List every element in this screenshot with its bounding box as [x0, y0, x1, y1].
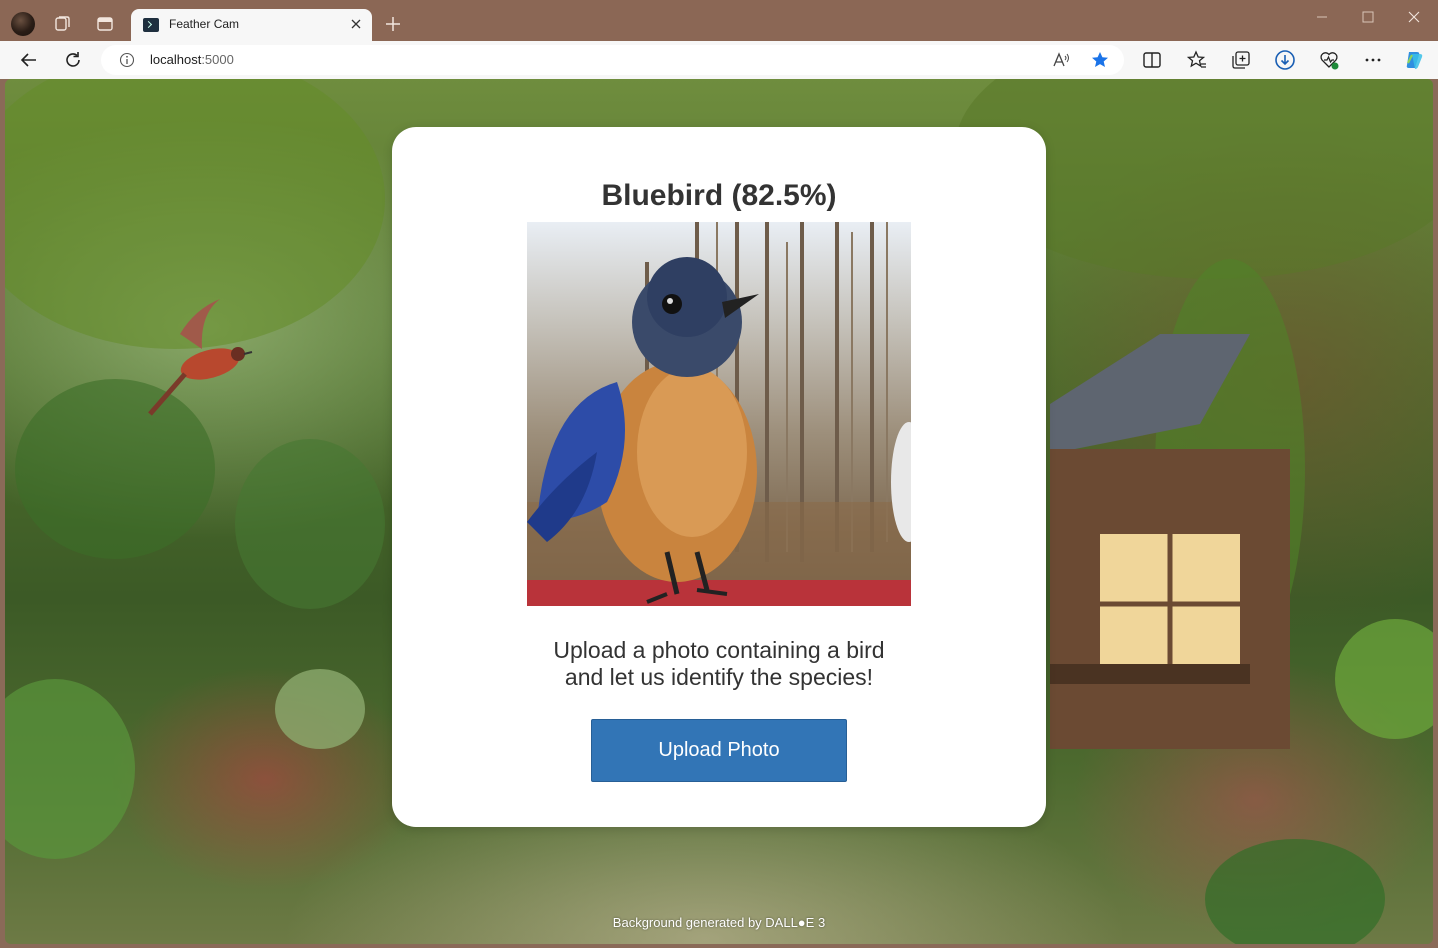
terminal-favicon-icon [143, 18, 159, 32]
close-icon[interactable] [349, 17, 363, 31]
read-aloud-icon[interactable] [1051, 50, 1071, 70]
url-text: localhost:5000 [150, 52, 234, 67]
instructions-text: Upload a photo containing a bird and let… [392, 637, 1046, 691]
favorites-icon[interactable] [1186, 49, 1208, 71]
title-bar: Feather Cam [0, 0, 1438, 41]
star-icon[interactable] [1090, 50, 1110, 70]
minimize-icon[interactable] [1307, 8, 1337, 26]
upload-photo-button[interactable]: Upload Photo [591, 719, 847, 782]
split-screen-icon[interactable] [1141, 49, 1163, 71]
workspaces-icon[interactable] [52, 14, 72, 34]
tab-feather-cam[interactable]: Feather Cam [131, 9, 372, 41]
browser-toolbar: localhost:5000 [0, 41, 1438, 79]
house-illustration [1050, 334, 1290, 749]
collections-icon[interactable] [1230, 49, 1252, 71]
copilot-icon[interactable] [1403, 49, 1425, 71]
profile-avatar-icon[interactable] [11, 12, 35, 36]
instructions-line-1: Upload a photo containing a bird [553, 637, 885, 663]
prediction-card: Bluebird (82.5%) Upload a photo containi… [392, 127, 1046, 827]
window-close-icon[interactable] [1399, 8, 1429, 26]
download-icon[interactable] [1274, 49, 1296, 71]
prediction-result: Bluebird (82.5%) [601, 179, 837, 212]
refresh-icon[interactable] [62, 49, 84, 71]
back-icon[interactable] [18, 49, 40, 71]
background-credit: Background generated by DALL●E 3 [612, 915, 826, 930]
page-viewport: Bluebird (82.5%) Upload a photo containi… [5, 79, 1433, 944]
browser-essentials-icon[interactable] [1318, 49, 1340, 71]
plus-icon[interactable] [383, 14, 403, 34]
flying-bird-illustration [148, 299, 253, 416]
instructions-line-2: and let us identify the species! [564, 664, 874, 690]
tab-title: Feather Cam [169, 17, 240, 31]
more-icon[interactable] [1362, 49, 1384, 71]
bird-photo [527, 222, 911, 606]
maximize-icon[interactable] [1353, 8, 1383, 26]
address-bar[interactable]: localhost:5000 [101, 45, 1124, 75]
info-icon[interactable] [119, 52, 135, 68]
tab-actions-icon[interactable] [95, 14, 115, 34]
